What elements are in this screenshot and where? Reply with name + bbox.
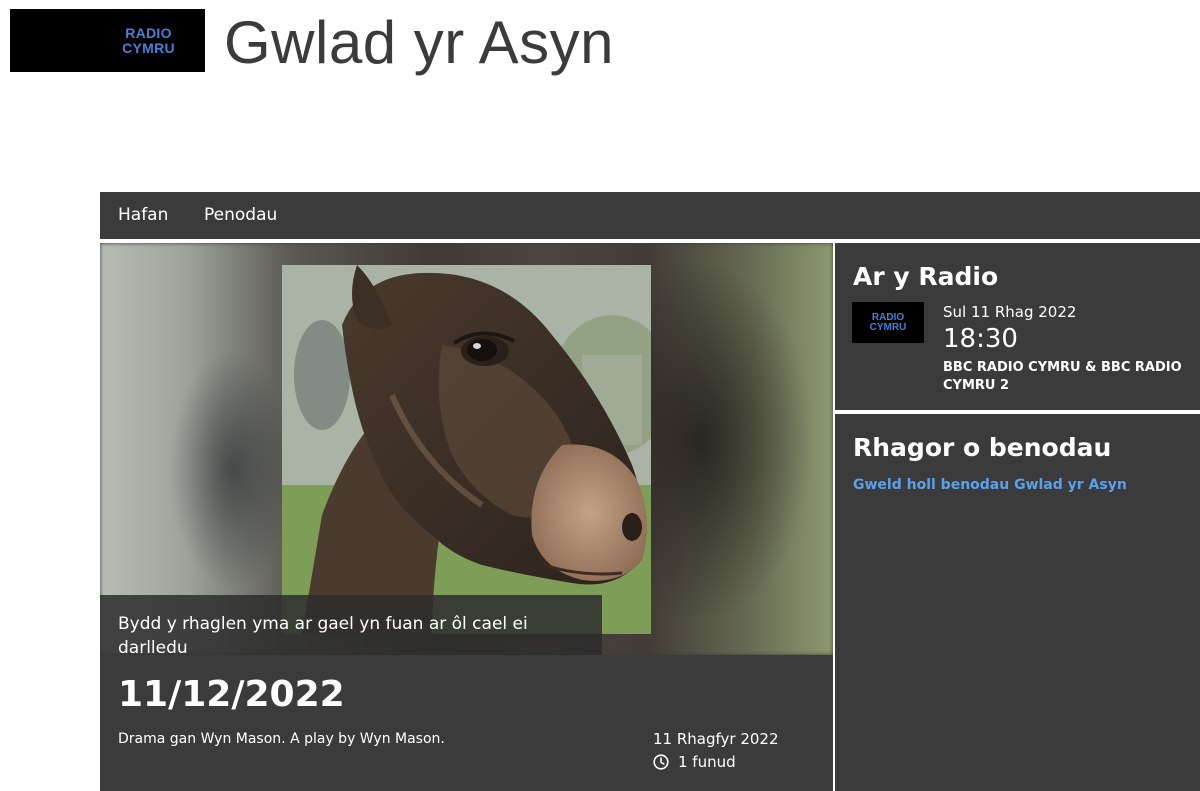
station-logo[interactable]: RADIO CYMRU — [852, 302, 924, 343]
all-episodes-link[interactable]: Gweld holl benodau Gwlad yr Asyn — [853, 476, 1127, 494]
logo-line-1: RADIO — [125, 24, 172, 41]
episode-title: 11/12/2022 — [118, 674, 345, 715]
episode-description: Drama gan Wyn Mason. A play by Wyn Mason… — [118, 731, 445, 747]
clock-icon — [653, 754, 669, 770]
more-episodes-heading: Rhagor o benodau — [853, 433, 1112, 462]
broadcast-date: 11 Rhagfyr 2022 — [653, 730, 779, 748]
programme-nav: Hafan Penodau — [100, 192, 1200, 241]
station-logo-line-1: RADIO — [871, 311, 905, 323]
episode-hero-image: Bydd y rhaglen yma ar gael yn fuan ar ôl… — [100, 243, 833, 655]
duration-text: 1 funud — [678, 753, 736, 771]
more-episodes-panel: Rhagor o benodau Gweld holl benodau Gwla… — [835, 414, 1200, 791]
on-air-heading: Ar y Radio — [853, 262, 999, 291]
radio-cymru-logo[interactable]: RADIO CYMRU — [10, 9, 205, 72]
programme-title[interactable]: Gwlad yr Asyn — [224, 5, 614, 81]
broadcast-stations: BBC RADIO CYMRU & BBC RADIO CYMRU 2 — [943, 360, 1182, 393]
logo-line-2: CYMRU — [122, 39, 175, 56]
donkey-illustration — [282, 265, 651, 634]
donkey-photo — [282, 265, 651, 634]
station-logo-line-2: CYMRU — [869, 321, 907, 333]
availability-caption: Bydd y rhaglen yma ar gael yn fuan ar ôl… — [100, 595, 602, 655]
episode-panel: Bydd y rhaglen yma ar gael yn fuan ar ôl… — [100, 243, 833, 791]
nav-item-home[interactable]: Hafan — [118, 192, 168, 239]
episode-duration: 1 funud — [653, 753, 736, 771]
on-air-panel: Ar y Radio RADIO CYMRU Sul 11 Rhag 2022 … — [835, 243, 1200, 412]
nav-item-episodes[interactable]: Penodau — [204, 192, 277, 239]
broadcast-time: 18:30 — [943, 324, 1018, 354]
broadcast-day: Sul 11 Rhag 2022 — [943, 303, 1077, 321]
